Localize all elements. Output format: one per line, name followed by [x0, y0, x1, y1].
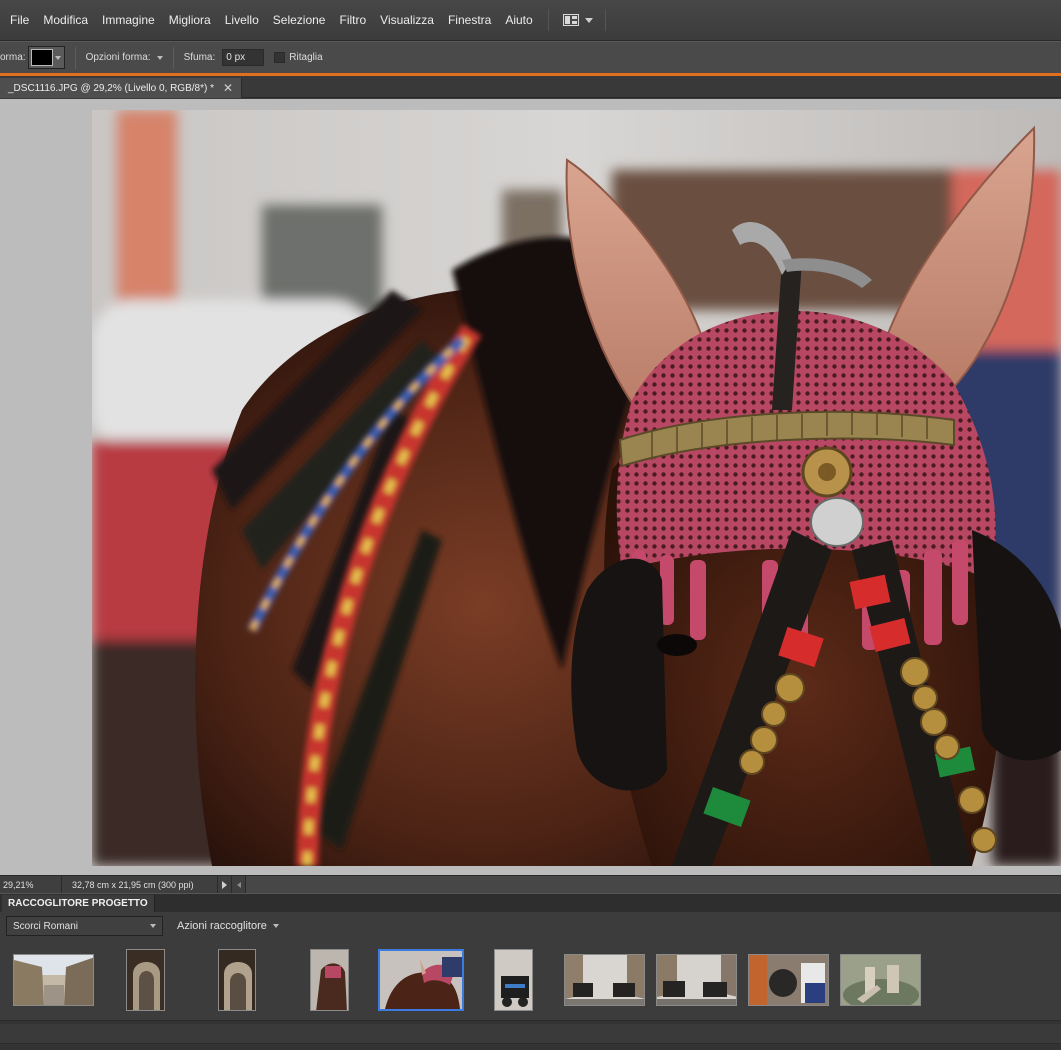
- thumbnail[interactable]: [126, 949, 165, 1011]
- menu-migliora[interactable]: Migliora: [162, 0, 218, 41]
- document-image[interactable]: [92, 110, 1061, 866]
- project-bin-header: RACCOGLITORE PROGETTO: [0, 893, 1061, 913]
- shape-label: orma:: [0, 52, 26, 63]
- menu-file[interactable]: File: [0, 0, 36, 41]
- document-tab[interactable]: _DSC1116.JPG @ 29,2% (Livello 0, RGB/8*)…: [0, 78, 243, 98]
- shape-options-dropdown[interactable]: Opzioni forma:: [86, 52, 163, 63]
- canvas-area[interactable]: [0, 99, 1061, 875]
- document-tab-title: _DSC1116.JPG @ 29,2% (Livello 0, RGB/8*)…: [8, 82, 214, 94]
- crop-option[interactable]: Ritaglia: [274, 52, 323, 63]
- thumbnail-image: [380, 951, 462, 1009]
- thumbnail-image: [14, 955, 93, 1005]
- feather-label: Sfuma:: [183, 52, 216, 63]
- document-tab-bar: _DSC1116.JPG @ 29,2% (Livello 0, RGB/8*)…: [0, 76, 1061, 98]
- album-select[interactable]: Scorci Romani: [6, 916, 163, 936]
- bin-footer: [0, 1020, 1061, 1050]
- thumbnail-image: [219, 950, 255, 1010]
- project-bin-controls: Scorci Romani Azioni raccoglitore: [0, 912, 1061, 940]
- menu-divider: [547, 9, 549, 31]
- thumbnail-image: [657, 955, 736, 1005]
- shape-swatch-icon: [30, 49, 53, 66]
- thumbnail-image: [495, 950, 532, 1010]
- album-select-value: Scorci Romani: [13, 920, 79, 932]
- menu-aiuto[interactable]: Aiuto: [498, 0, 539, 41]
- bin-actions-label: Azioni raccoglitore: [177, 920, 267, 932]
- thumbnail[interactable]: [840, 954, 921, 1006]
- scroll-left-icon[interactable]: [232, 875, 246, 894]
- menu-visualizza[interactable]: Visualizza: [373, 0, 441, 41]
- feather-input[interactable]: 0 px: [222, 49, 265, 66]
- thumbnail-image: [749, 955, 828, 1005]
- status-menu-arrow-icon[interactable]: [218, 875, 232, 894]
- project-bin-tab[interactable]: RACCOGLITORE PROGETTO: [2, 895, 155, 913]
- menu-modifica[interactable]: Modifica: [36, 0, 95, 41]
- chevron-down-icon: [150, 924, 156, 928]
- menu-divider: [604, 9, 606, 31]
- zoom-level[interactable]: 29,21%: [0, 875, 62, 894]
- thumbnail-selected[interactable]: [378, 949, 464, 1011]
- horizontal-scrollbar[interactable]: [246, 875, 1061, 894]
- workspace-layout-button[interactable]: [559, 8, 597, 32]
- options-divider: [74, 46, 76, 69]
- thumbnail[interactable]: [656, 954, 737, 1006]
- document-size: 32,78 cm x 21,95 cm (300 ppi): [62, 875, 218, 894]
- thumbnail-image: [311, 950, 348, 1010]
- thumbnail[interactable]: [13, 954, 94, 1006]
- thumbnail[interactable]: [564, 954, 645, 1006]
- thumbnail[interactable]: [310, 949, 349, 1011]
- thumbnail[interactable]: [748, 954, 829, 1006]
- options-divider: [172, 46, 174, 69]
- thumbnail-image: [127, 950, 164, 1010]
- menu-livello[interactable]: Livello: [218, 0, 266, 41]
- panel-layout-icon: [562, 14, 579, 26]
- menu-immagine[interactable]: Immagine: [95, 0, 162, 41]
- menu-filtro[interactable]: Filtro: [332, 0, 373, 41]
- tool-options-bar: orma: Opzioni forma: Sfuma: 0 px Ritagli…: [0, 41, 1061, 73]
- menu-bar: File Modifica Immagine Migliora Livello …: [0, 0, 1061, 41]
- thumbnail-image: [565, 955, 644, 1005]
- thumbnail[interactable]: [218, 949, 256, 1011]
- chevron-down-icon: [54, 55, 61, 60]
- thumbnail-image: [841, 955, 920, 1005]
- menu-selezione[interactable]: Selezione: [266, 0, 333, 41]
- chevron-down-icon: [272, 924, 279, 928]
- shape-picker[interactable]: [27, 46, 65, 69]
- project-bin-thumbnails: [0, 940, 1061, 1020]
- menu-finestra[interactable]: Finestra: [441, 0, 498, 41]
- thumbnail[interactable]: [494, 949, 533, 1011]
- shape-options-label: Opzioni forma:: [85, 52, 151, 63]
- bin-footer-strip: [0, 1024, 1061, 1044]
- horse-photo: [92, 110, 1061, 866]
- status-bar: 29,21% 32,78 cm x 21,95 cm (300 ppi): [0, 875, 1061, 894]
- crop-checkbox[interactable]: [274, 52, 286, 63]
- bin-actions-menu[interactable]: Azioni raccoglitore: [177, 920, 279, 932]
- crop-label: Ritaglia: [289, 52, 323, 63]
- chevron-down-icon: [156, 55, 163, 60]
- chevron-down-icon: [584, 17, 593, 23]
- close-icon[interactable]: ✕: [223, 82, 233, 94]
